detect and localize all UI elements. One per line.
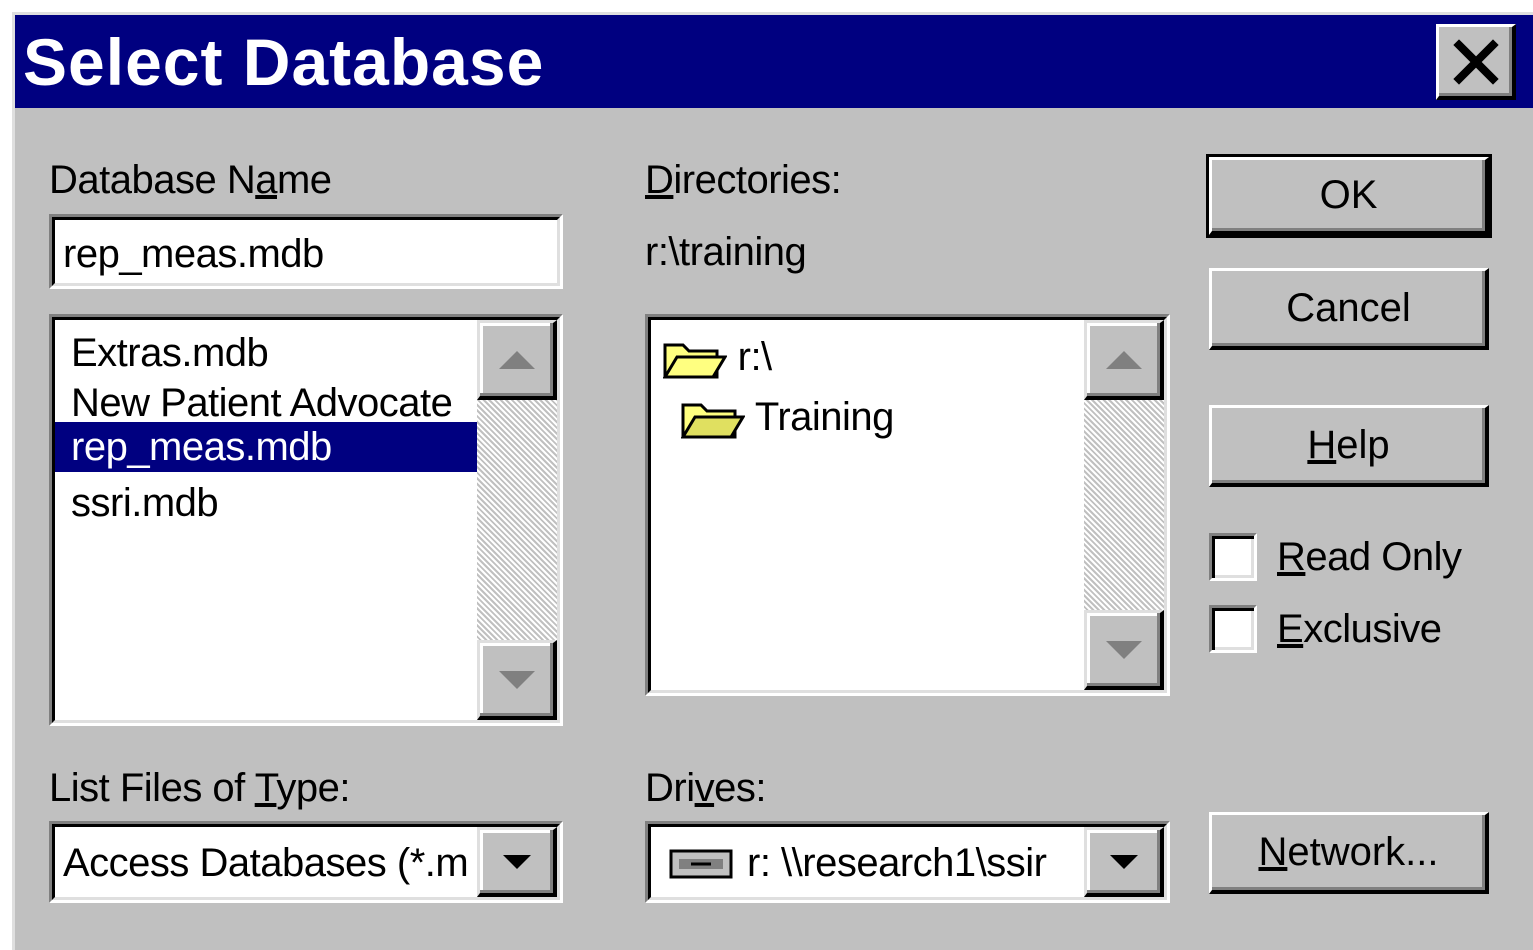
read-only-checkbox[interactable] [1209, 533, 1257, 581]
directory-item-root[interactable]: r:\ [662, 332, 1083, 382]
scroll-down-button[interactable] [1084, 610, 1164, 690]
arrow-up-icon [1105, 350, 1142, 369]
chevron-down-icon [502, 854, 531, 869]
file-type-dropdown[interactable]: Access Databases (*.m [49, 821, 563, 903]
read-only-label: Read Only [1277, 535, 1462, 579]
drives-value: r: \\research1\ssir [747, 841, 1047, 885]
open-folder-icon [680, 403, 746, 439]
list-item[interactable]: ssri.mdb [55, 478, 477, 528]
file-type-label: List Files of Type: [49, 766, 351, 810]
chevron-down-icon [1109, 854, 1138, 869]
cancel-button[interactable]: Cancel [1209, 268, 1489, 350]
close-icon [1452, 38, 1499, 85]
drives-dropdown-button[interactable] [1084, 827, 1164, 897]
ok-button[interactable]: OK [1206, 154, 1492, 238]
network-drive-icon [669, 849, 733, 879]
close-button[interactable] [1436, 24, 1516, 100]
exclusive-checkbox[interactable] [1209, 605, 1257, 653]
scroll-up-button[interactable] [1084, 320, 1164, 400]
arrow-down-icon [498, 670, 535, 689]
title-bar: Select Database [15, 15, 1533, 108]
arrow-up-icon [498, 350, 535, 369]
help-button[interactable]: Help [1209, 405, 1489, 487]
directories-label: Directories: [645, 158, 842, 202]
network-button[interactable]: Network... [1209, 812, 1489, 894]
drives-label: Drives: [645, 766, 766, 810]
database-name-field[interactable]: rep_meas.mdb [49, 214, 563, 289]
drives-dropdown[interactable]: r: \\research1\ssir [645, 821, 1170, 903]
directory-scrollbar[interactable] [1084, 320, 1164, 690]
database-file-list[interactable]: Extras.mdb New Patient Advocate rep_meas… [49, 314, 563, 726]
list-item-selected[interactable]: rep_meas.mdb [55, 422, 477, 472]
file-type-dropdown-button[interactable] [477, 827, 557, 897]
exclusive-label: Exclusive [1277, 607, 1442, 651]
directory-item-training[interactable]: Training [680, 392, 1081, 442]
current-directory-path: r:\training [645, 230, 807, 274]
list-item[interactable]: New Patient Advocate [55, 378, 477, 428]
file-list-scrollbar[interactable] [477, 320, 557, 720]
select-database-dialog: Select Database Database Name rep_meas.m… [12, 12, 1533, 950]
list-item[interactable]: Extras.mdb [55, 328, 477, 378]
database-name-value: rep_meas.mdb [63, 232, 324, 276]
arrow-down-icon [1105, 640, 1142, 659]
directory-tree[interactable]: r:\ Training [645, 314, 1170, 696]
database-name-label: Database Name [49, 158, 332, 202]
scroll-down-button[interactable] [477, 640, 557, 720]
scroll-up-button[interactable] [477, 320, 557, 400]
file-type-value: Access Databases (*.m [63, 841, 469, 885]
dialog-title: Select Database [23, 25, 545, 99]
open-folder-icon [662, 343, 728, 379]
